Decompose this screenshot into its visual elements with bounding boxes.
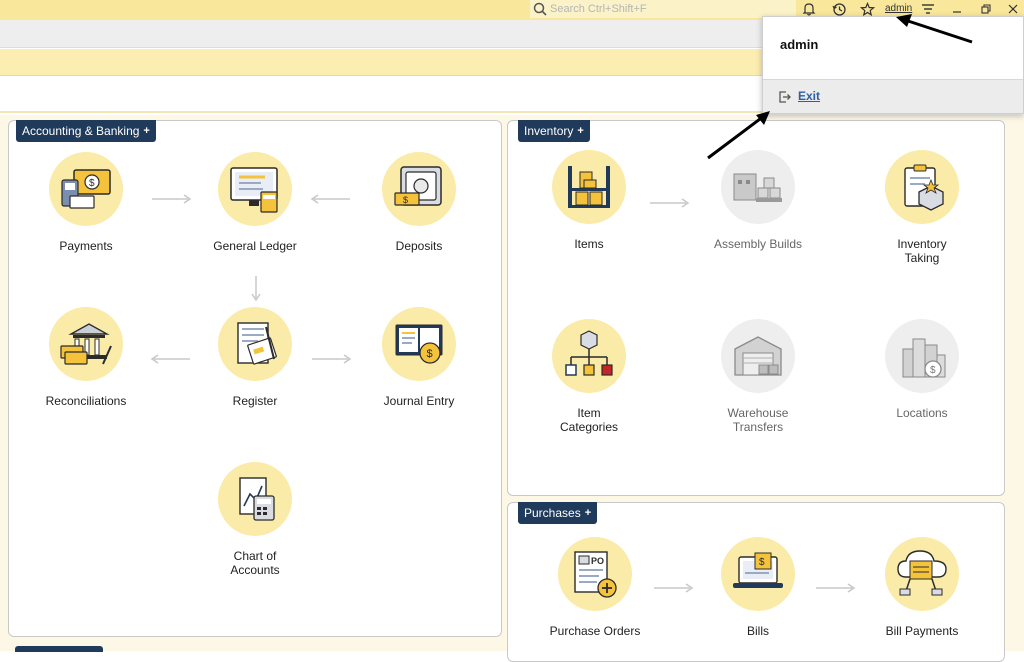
purchases-tab[interactable]: Purchases +	[518, 502, 598, 524]
user-link[interactable]: admin	[885, 3, 912, 14]
arrow-right-icon	[312, 354, 352, 364]
register-tile[interactable]: Register	[185, 307, 325, 408]
journal-entry-tile[interactable]: $ Journal Entry	[349, 307, 489, 408]
city-location-icon: $	[885, 319, 959, 393]
plus-icon: +	[577, 125, 584, 137]
item-categories-tile[interactable]: Item Categories	[519, 319, 659, 434]
locations-tile[interactable]: $ Locations	[852, 319, 992, 420]
arrow-left-icon	[310, 194, 350, 204]
journal-icon: $	[382, 307, 456, 381]
exit-icon[interactable]	[778, 90, 792, 104]
purchases-tab-label: Purchases	[524, 506, 581, 520]
reconciliations-tile[interactable]: Reconciliations	[16, 307, 156, 408]
user-menu-footer: Exit	[763, 79, 1023, 113]
arrow-right-icon	[152, 194, 192, 204]
reconciliations-label: Reconciliations	[45, 394, 127, 408]
assembly-builds-label: Assembly Builds	[713, 237, 803, 251]
arrow-left-icon	[150, 354, 190, 364]
arrow-right-icon	[650, 198, 690, 208]
bills-tile[interactable]: $ Bills	[688, 537, 828, 638]
general-ledger-tile[interactable]: General Ledger	[185, 152, 325, 253]
inventory-tab-label: Inventory	[524, 124, 574, 138]
plus-icon: +	[584, 507, 592, 519]
locations-label: Locations	[896, 406, 948, 420]
inventory-taking-tile[interactable]: Inventory Taking	[852, 150, 992, 265]
hierarchy-icon	[552, 319, 626, 393]
arrow-right-icon	[654, 583, 694, 593]
bank-icon	[49, 307, 123, 381]
payments-tile[interactable]: $ Payments	[16, 152, 156, 253]
inventory-tab[interactable]: Inventory +	[518, 120, 590, 142]
accounting-tab-label: Accounting & Banking	[22, 124, 140, 138]
svg-text:$: $	[427, 348, 433, 360]
inventory-taking-label: Inventory Taking	[897, 237, 947, 265]
chart-of-accounts-icon	[218, 462, 292, 536]
safe-icon: $	[382, 152, 456, 226]
register-icon	[218, 307, 292, 381]
svg-text:$: $	[930, 365, 936, 376]
journal-entry-label: Journal Entry	[383, 394, 455, 408]
general-ledger-label: General Ledger	[213, 239, 297, 253]
search-input[interactable]	[547, 3, 777, 15]
payments-icon: $	[49, 152, 123, 226]
bills-label: Bills	[746, 624, 769, 638]
user-menu: admin Exit	[762, 16, 1024, 114]
items-tile[interactable]: Items	[519, 150, 659, 251]
payments-label: Payments	[59, 239, 113, 253]
bill-payments-label: Bill Payments	[885, 624, 959, 638]
accounting-tab[interactable]: Accounting & Banking +	[16, 120, 156, 142]
cloud-payment-icon	[885, 537, 959, 611]
search-icon	[533, 2, 547, 16]
purchase-order-icon: PO	[558, 537, 632, 611]
shelf-boxes-icon	[552, 150, 626, 224]
clipboard-box-icon	[885, 150, 959, 224]
search-box[interactable]	[530, 0, 796, 18]
item-categories-label: Item Categories	[559, 406, 619, 434]
warehouse-icon	[721, 319, 795, 393]
register-label: Register	[232, 394, 278, 408]
svg-text:PO: PO	[591, 556, 604, 566]
purchase-orders-label: Purchase Orders	[549, 624, 641, 638]
next-panel-tab[interactable]	[15, 646, 103, 652]
svg-text:$: $	[89, 178, 95, 189]
chart-of-accounts-label: Chart of Accounts	[230, 549, 280, 577]
ledger-icon	[218, 152, 292, 226]
chart-of-accounts-tile[interactable]: Chart of Accounts	[185, 462, 325, 577]
warehouse-transfers-label: Warehouse Transfers	[727, 406, 789, 434]
warehouse-transfers-tile[interactable]: Warehouse Transfers	[688, 319, 828, 434]
purchase-orders-tile[interactable]: PO Purchase Orders	[525, 537, 665, 638]
svg-text:$: $	[759, 557, 765, 568]
arrow-down-icon	[251, 276, 261, 302]
bill-payments-tile[interactable]: Bill Payments	[852, 537, 992, 638]
items-label: Items	[574, 237, 604, 251]
assembly-icon	[721, 150, 795, 224]
exit-link[interactable]: Exit	[798, 89, 820, 103]
arrow-right-icon	[816, 583, 856, 593]
deposits-tile[interactable]: $ Deposits	[349, 152, 489, 253]
svg-text:$: $	[403, 195, 408, 205]
plus-icon: +	[143, 125, 150, 137]
deposits-label: Deposits	[395, 239, 443, 253]
assembly-builds-tile[interactable]: Assembly Builds	[688, 150, 828, 251]
bill-laptop-icon: $	[721, 537, 795, 611]
user-menu-username: admin	[780, 37, 819, 52]
